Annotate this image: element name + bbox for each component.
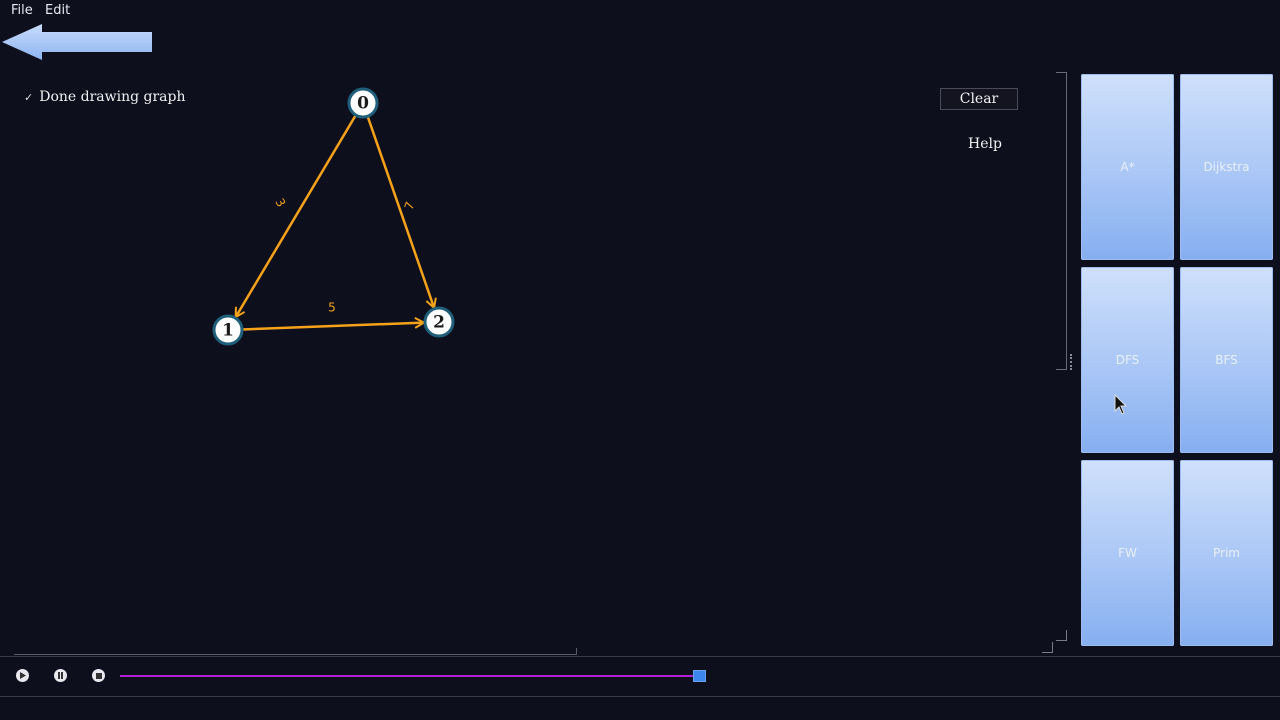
- canvas-frame-edge: [1056, 72, 1066, 73]
- pause-button[interactable]: [54, 669, 67, 682]
- play-icon: [20, 672, 26, 679]
- bfs-button[interactable]: BFS: [1180, 267, 1273, 453]
- stop-button[interactable]: [92, 669, 105, 682]
- divider: [0, 696, 1280, 697]
- prim-button[interactable]: Prim: [1180, 460, 1273, 646]
- algorithm-panel: A* Dijkstra DFS BFS FW Prim: [1080, 74, 1274, 648]
- dijkstra-button[interactable]: Dijkstra: [1180, 74, 1273, 260]
- dfs-button[interactable]: DFS: [1081, 267, 1174, 453]
- graph-node-label: 0: [357, 94, 369, 114]
- resize-grip[interactable]: [1070, 354, 1074, 370]
- graph-edge[interactable]: [241, 323, 424, 331]
- edge-weight-label: 7: [402, 200, 418, 212]
- stop-icon: [95, 672, 102, 679]
- progress-slider-track[interactable]: [120, 675, 700, 677]
- edge-weight-label: 5: [328, 301, 336, 315]
- graph-node-label: 1: [222, 321, 234, 341]
- corner-resize-grip[interactable]: [1042, 642, 1053, 653]
- graph-node-label: 2: [433, 313, 445, 333]
- progress-slider-handle[interactable]: [693, 670, 706, 682]
- canvas-frame-edge: [1066, 72, 1067, 370]
- edge-weight-label: 3: [272, 196, 288, 210]
- pause-icon: [58, 672, 63, 679]
- corner-resize-grip[interactable]: [1056, 630, 1067, 641]
- horizontal-scrollbar[interactable]: [14, 648, 577, 655]
- graph-canvas[interactable]: 3 7 5 0 1 2: [0, 0, 1060, 650]
- fw-button[interactable]: FW: [1081, 460, 1174, 646]
- graph-edge[interactable]: [366, 115, 434, 308]
- play-button[interactable]: [16, 669, 29, 682]
- astar-button[interactable]: A*: [1081, 74, 1174, 260]
- divider: [0, 656, 1280, 657]
- mouse-cursor-icon: [1114, 394, 1128, 415]
- canvas-frame-edge: [1056, 369, 1066, 370]
- graph-edge[interactable]: [234, 114, 357, 317]
